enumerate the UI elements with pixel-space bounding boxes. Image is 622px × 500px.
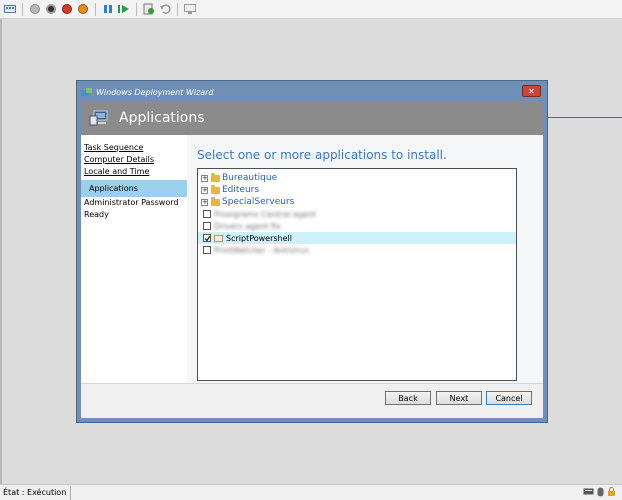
nav-item-applications[interactable]: Applications — [81, 180, 187, 197]
wizard-app-icon — [81, 87, 92, 96]
resume-icon[interactable] — [117, 2, 131, 16]
back-button[interactable]: Back — [385, 391, 431, 405]
tree-app-selected[interactable]: ScriptPowershell — [198, 232, 516, 244]
wizard-nav: Task Sequence Computer Details Locale an… — [81, 135, 187, 383]
nav-item-locale-time[interactable]: Locale and Time — [81, 166, 187, 178]
status-icons — [583, 487, 616, 497]
wizard-header: Applications — [81, 101, 543, 135]
wizard-client: Applications Task Sequence Computer Deta… — [81, 101, 543, 418]
shutdown-icon[interactable] — [60, 2, 74, 16]
wizard-body: Task Sequence Computer Details Locale an… — [81, 135, 543, 383]
stop-icon[interactable] — [44, 2, 58, 16]
cancel-button[interactable]: Cancel — [486, 391, 532, 405]
tree-group[interactable]: + SpecialServeurs — [198, 196, 516, 208]
page-title: Applications — [119, 110, 205, 126]
status-bar: État : Exécution — [0, 484, 622, 500]
close-button[interactable]: ✕ — [522, 85, 541, 97]
enhanced-session-icon[interactable] — [183, 2, 197, 16]
tree-group[interactable]: + Bureautique — [198, 172, 516, 184]
toolbar-separator — [95, 2, 96, 16]
tree-group[interactable]: + Editeurs — [198, 184, 516, 196]
app-label: ScriptPowershell — [226, 233, 292, 243]
application-tree[interactable]: + Bureautique + Editeurs + SpecialServeu… — [197, 168, 517, 381]
folder-icon — [211, 172, 220, 182]
tree-app[interactable]: PrintWatcher - Antivirus — [198, 244, 516, 256]
wizard-titlebar[interactable]: Windows Deployment Wizard — [81, 85, 543, 100]
close-icon: ✕ — [528, 86, 535, 96]
nav-item-ready: Ready — [84, 210, 109, 219]
back-label: Back — [398, 393, 418, 403]
tree-app[interactable]: Proxigrams Central agent — [198, 208, 516, 220]
main-heading: Select one or more applications to insta… — [197, 148, 447, 162]
revert-icon[interactable] — [158, 2, 172, 16]
app-checkbox-checked[interactable] — [203, 234, 211, 242]
toolbar-separator — [22, 2, 23, 16]
application-icon — [214, 234, 223, 242]
tree-app[interactable]: Drivers agent fix — [198, 220, 516, 232]
nav-item-computer-details[interactable]: Computer Details — [81, 154, 187, 166]
computer-icon — [89, 110, 108, 126]
folder-icon — [211, 196, 220, 206]
status-text: État : Exécution — [0, 485, 72, 500]
app-label: Drivers agent fix — [214, 221, 281, 231]
host-toolbar — [0, 0, 622, 19]
mouse-icon — [597, 487, 604, 497]
expand-icon[interactable]: + — [201, 174, 208, 182]
nav-item-admin-password: Administrator Password — [84, 198, 179, 207]
wizard-main: Select one or more applications to insta… — [187, 135, 543, 383]
app-checkbox[interactable] — [203, 246, 211, 254]
cancel-label: Cancel — [495, 393, 523, 403]
wizard-window: Windows Deployment Wizard ✕ Applications… — [76, 80, 548, 423]
power-icon[interactable] — [76, 2, 90, 16]
expand-icon[interactable]: + — [201, 198, 208, 206]
expand-icon[interactable]: + — [201, 186, 208, 194]
wizard-title: Windows Deployment Wizard — [96, 88, 214, 97]
group-label[interactable]: Editeurs — [222, 185, 259, 195]
vm-left-border — [0, 19, 2, 484]
app-label: Proxigrams Central agent — [214, 209, 316, 219]
checkpoint-icon[interactable] — [142, 2, 156, 16]
toolbar-separator — [177, 2, 178, 16]
start-icon[interactable] — [28, 2, 42, 16]
folder-icon — [211, 184, 220, 194]
next-button[interactable]: Next — [436, 391, 482, 405]
group-label[interactable]: SpecialServeurs — [222, 197, 294, 207]
nav-item-task-sequence[interactable]: Task Sequence — [81, 142, 187, 154]
toolbar-separator — [136, 2, 137, 16]
lock-icon — [608, 487, 615, 496]
group-label[interactable]: Bureautique — [222, 173, 277, 183]
app-checkbox[interactable] — [203, 210, 211, 218]
app-label: PrintWatcher - Antivirus — [214, 245, 309, 255]
desktop-line — [546, 117, 622, 118]
next-label: Next — [449, 393, 469, 403]
wizard-footer: Back Next Cancel — [81, 383, 543, 418]
pause-icon[interactable] — [101, 2, 115, 16]
keyboard-icon — [583, 488, 594, 495]
app-checkbox[interactable] — [203, 222, 211, 230]
ctrl-alt-del-icon[interactable] — [3, 2, 17, 16]
checkmark-icon — [204, 235, 210, 242]
